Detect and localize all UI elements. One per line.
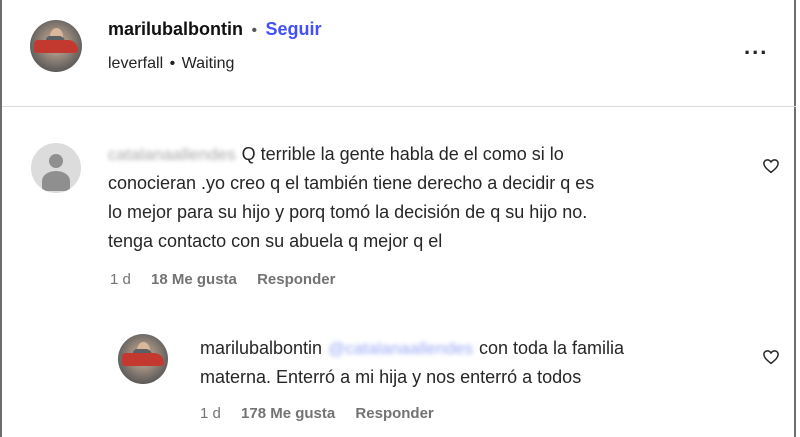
comment-2-reply-button[interactable]: Responder xyxy=(355,405,433,422)
comment-2-text-line2: materna. Enterró a mi hija y nos enterró… xyxy=(200,367,582,387)
comment-2-text-line1: con toda la familia xyxy=(478,338,625,358)
comment-1-likes[interactable]: 18 Me gusta xyxy=(151,271,237,288)
comment-2-time[interactable]: 1 d xyxy=(200,405,221,422)
header-divider xyxy=(2,106,796,107)
header-subline: leverfall • Waiting xyxy=(108,55,234,73)
heart-icon[interactable] xyxy=(762,157,780,175)
comment-1-text-line2: conocieran .yo creo q el también tiene d… xyxy=(108,173,595,193)
comment-2-likes[interactable]: 178 Me gusta xyxy=(241,405,335,422)
subline-status: Waiting xyxy=(181,55,235,72)
default-avatar-icon[interactable] xyxy=(31,143,81,193)
heart-icon[interactable] xyxy=(762,348,780,366)
comment-1-author[interactable]: catalanaallendes xyxy=(108,140,236,169)
comment-1-text-line3: lo mejor para su hijo y porq tomó la dec… xyxy=(108,202,588,222)
comment-2-meta: 1 d 178 Me gusta Responder xyxy=(200,405,434,422)
header-title-row: marilubalbontin • Seguir xyxy=(108,19,322,40)
reply-avatar[interactable] xyxy=(118,334,168,384)
subline-user[interactable]: leverfall xyxy=(108,55,163,72)
subline-separator: • xyxy=(169,55,176,72)
comment-1-text-line1: Q terrible la gente habla de el como si … xyxy=(241,144,564,164)
comment-2: marilubalbontin @catalanaallendes con toda… xyxy=(200,334,760,392)
comment-1: catalanaallendes Q terrible la gente habl… xyxy=(108,140,748,256)
header-avatar[interactable] xyxy=(30,20,82,72)
header-separator: • xyxy=(251,22,258,39)
comment-1-time[interactable]: 1 d xyxy=(110,271,131,288)
more-options-icon[interactable]: ... xyxy=(744,34,768,60)
comment-1-text-line4: tenga contacto con su abuela q mejor q e… xyxy=(108,231,443,251)
comment-2-author[interactable]: marilubalbontin xyxy=(200,338,322,358)
comment-1-meta: 1 d 18 Me gusta Responder xyxy=(110,271,335,288)
comment-1-reply-button[interactable]: Responder xyxy=(257,271,335,288)
comment-2-mention[interactable]: @catalanaallendes xyxy=(328,334,473,363)
header-username[interactable]: marilubalbontin xyxy=(108,19,243,39)
follow-button[interactable]: Seguir xyxy=(266,19,322,39)
